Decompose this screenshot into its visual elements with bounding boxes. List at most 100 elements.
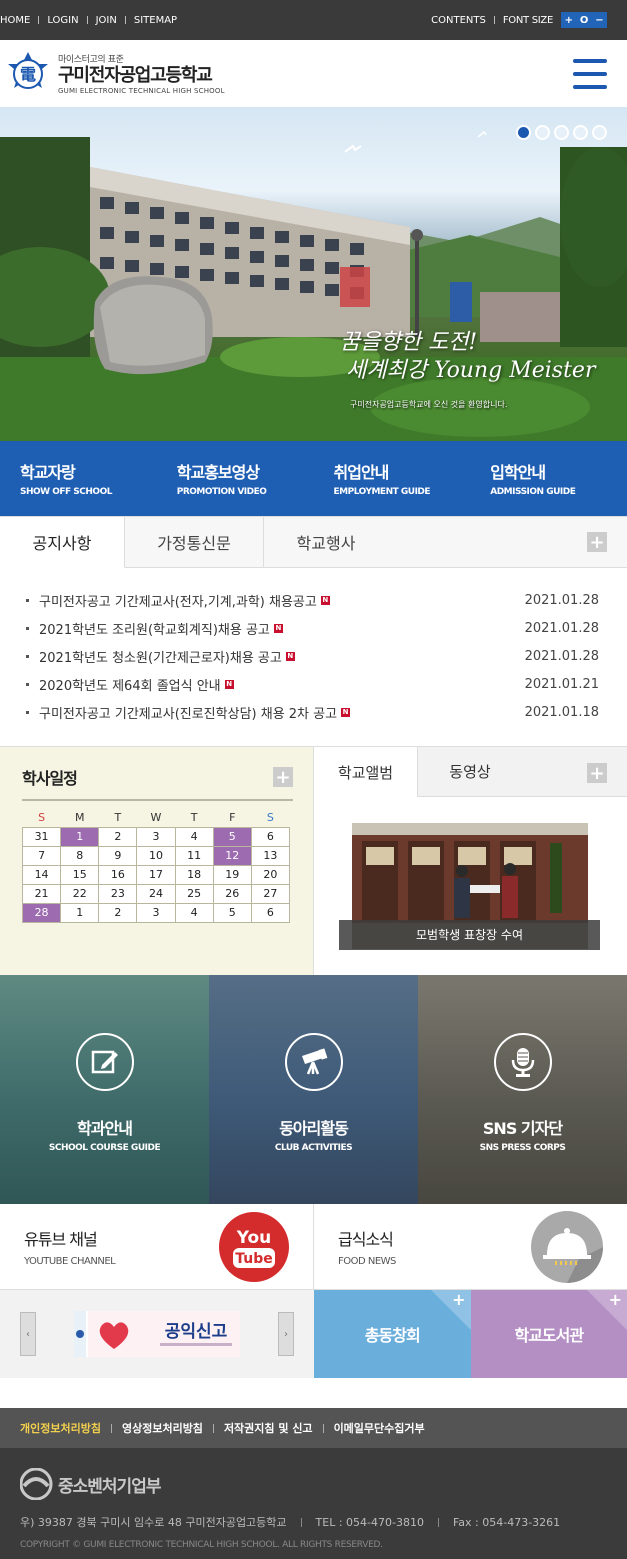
quick-show-off-school[interactable]: 학교자랑 SHOW OFF SCHOOL	[0, 441, 157, 516]
tab-school-events[interactable]: 학교행사	[264, 517, 388, 567]
banner-prev-button[interactable]: ‹	[20, 1312, 36, 1356]
public-report-banner[interactable]: 공익신고	[74, 1311, 240, 1357]
contents-link[interactable]: CONTENTS	[431, 15, 486, 26]
quick-promotion-video[interactable]: 학교홍보영상 PROMOTION VIDEO	[157, 441, 314, 516]
privacy-policy-link[interactable]: 개인정보처리방침	[20, 1420, 101, 1436]
bullet	[26, 711, 29, 714]
list-item[interactable]: 2021학년도 청소원(기간제근로자)채용 공고N2021.01.28	[26, 642, 599, 670]
menu-icon[interactable]	[573, 59, 607, 89]
calendar-day[interactable]: 7	[23, 846, 61, 865]
list-item[interactable]: 2021학년도 조리원(학교회계직)채용 공고N2021.01.28	[26, 614, 599, 642]
tile-title: 학과안내	[77, 1115, 132, 1139]
calendar-day[interactable]: 21	[23, 884, 61, 903]
calendar-day[interactable]: 18	[175, 865, 213, 884]
join-link[interactable]: JOIN	[96, 15, 117, 26]
calendar-day[interactable]: 22	[61, 884, 99, 903]
font-size-control: FONT SIZE + O −	[503, 12, 607, 28]
calendar-day[interactable]: 9	[99, 846, 137, 865]
calendar-day[interactable]: 2	[99, 827, 137, 846]
top-utility-bar: HOME LOGIN JOIN SITEMAP CONTENTS FONT SI…	[0, 0, 627, 40]
banner-text: 공익신고	[165, 1322, 228, 1342]
notice-title[interactable]: 구미전자공고 기간제교사(진로진학상담) 채용 2차 공고	[39, 703, 337, 722]
album-tabs: 학교앨범 동영상 +	[314, 747, 627, 797]
calendar-more-button[interactable]: +	[273, 767, 293, 787]
album-more-button[interactable]: +	[587, 763, 607, 783]
tile-sns-press[interactable]: SNS 기자단 SNS PRESS CORPS	[418, 975, 627, 1204]
calendar-day[interactable]: 4	[175, 827, 213, 846]
album-item[interactable]: 모범학생 표창장 수여	[314, 823, 627, 949]
calendar-day[interactable]: 23	[99, 884, 137, 903]
calendar-day[interactable]: 6	[251, 903, 289, 922]
calendar-day[interactable]: 6	[251, 827, 289, 846]
notice-title[interactable]: 구미전자공고 기간제교사(전자,기계,과학) 채용공고	[39, 591, 317, 610]
calendar-day[interactable]: 1	[61, 903, 99, 922]
calendar-day[interactable]: 20	[251, 865, 289, 884]
calendar-day[interactable]: 12	[213, 846, 251, 865]
quick-label: 취업안내	[334, 459, 471, 483]
slide-dot[interactable]	[592, 125, 607, 140]
list-item[interactable]: 구미전자공고 기간제교사(진로진학상담) 채용 2차 공고N2021.01.18	[26, 698, 599, 726]
calendar-day[interactable]: 25	[175, 884, 213, 903]
calendar-day[interactable]: 3	[137, 903, 175, 922]
notice-title[interactable]: 2021학년도 청소원(기간제근로자)채용 공고	[39, 647, 282, 666]
email-refusal-link[interactable]: 이메일무단수집거부	[334, 1420, 425, 1436]
tile-club-activities[interactable]: 동아리활동 CLUB ACTIVITIES	[209, 975, 418, 1204]
font-increase-button[interactable]: +	[565, 15, 573, 26]
calendar-day[interactable]: 24	[137, 884, 175, 903]
calendar-day[interactable]: 4	[175, 903, 213, 922]
list-item[interactable]: 2020학년도 제64회 졸업식 안내N2021.01.21	[26, 670, 599, 698]
utility-links: HOME LOGIN JOIN SITEMAP	[0, 15, 177, 26]
calendar-week: 31123456	[23, 827, 290, 846]
copyright-policy-link[interactable]: 저작권지침 및 신고	[224, 1420, 313, 1436]
youtube-channel-link[interactable]: 유튜브 채널 YOUTUBE CHANNEL You Tube	[0, 1204, 313, 1289]
quick-admission-guide[interactable]: 입학안내 ADMISSION GUIDE	[470, 441, 627, 516]
schedule-album-row: 학사일정 + S M T W T F S 3112345678910111213…	[0, 746, 627, 975]
school-library-tile[interactable]: + 학교도서관	[471, 1290, 627, 1378]
home-link[interactable]: HOME	[0, 15, 30, 26]
tab-school-album[interactable]: 학교앨범	[314, 747, 418, 797]
banner-next-button[interactable]: ›	[278, 1312, 294, 1356]
hero-slogan: 꿈을향한 도전! 세계최강 Young Meister	[340, 329, 595, 385]
calendar-day[interactable]: 1	[61, 827, 99, 846]
tile-subtitle: CLUB ACTIVITIES	[275, 1143, 352, 1153]
food-news-link[interactable]: 급식소식 FOOD NEWS	[313, 1204, 627, 1289]
calendar-day[interactable]: 2	[99, 903, 137, 922]
calendar-day[interactable]: 3	[137, 827, 175, 846]
slide-dot[interactable]	[573, 125, 588, 140]
calendar-day[interactable]: 5	[213, 903, 251, 922]
notice-date: 2021.01.28	[525, 649, 599, 664]
alumni-association-tile[interactable]: + 총동창회	[314, 1290, 471, 1378]
notice-more-button[interactable]: +	[587, 532, 607, 552]
calendar-day[interactable]: 19	[213, 865, 251, 884]
tab-videos[interactable]: 동영상	[418, 747, 522, 796]
calendar-day[interactable]: 10	[137, 846, 175, 865]
slide-dot[interactable]	[516, 125, 531, 140]
calendar-day[interactable]: 27	[251, 884, 289, 903]
font-decrease-button[interactable]: −	[595, 15, 603, 26]
calendar-day[interactable]: 14	[23, 865, 61, 884]
sitemap-link[interactable]: SITEMAP	[134, 15, 177, 26]
calendar-day[interactable]: 31	[23, 827, 61, 846]
calendar-day[interactable]: 8	[61, 846, 99, 865]
notice-title[interactable]: 2020학년도 제64회 졸업식 안내	[39, 675, 221, 694]
calendar-day[interactable]: 16	[99, 865, 137, 884]
calendar-day[interactable]: 5	[213, 827, 251, 846]
tab-newsletter[interactable]: 가정통신문	[125, 517, 264, 567]
tile-course-guide[interactable]: 학과안내 SCHOOL COURSE GUIDE	[0, 975, 209, 1204]
list-item[interactable]: 구미전자공고 기간제교사(전자,기계,과학) 채용공고N2021.01.28	[26, 586, 599, 614]
quick-employment-guide[interactable]: 취업안내 EMPLOYMENT GUIDE	[314, 441, 471, 516]
calendar-day[interactable]: 26	[213, 884, 251, 903]
calendar-day[interactable]: 13	[251, 846, 289, 865]
notice-title[interactable]: 2021학년도 조리원(학교회계직)채용 공고	[39, 619, 270, 638]
cctv-policy-link[interactable]: 영상정보처리방침	[122, 1420, 203, 1436]
login-link[interactable]: LOGIN	[47, 15, 78, 26]
calendar-day[interactable]: 17	[137, 865, 175, 884]
calendar-day[interactable]: 28	[23, 903, 61, 922]
calendar-day[interactable]: 11	[175, 846, 213, 865]
font-reset-button[interactable]: O	[580, 15, 588, 26]
slide-dot[interactable]	[535, 125, 550, 140]
calendar-day[interactable]: 15	[61, 865, 99, 884]
tab-notice[interactable]: 공지사항	[0, 517, 125, 568]
slide-dot[interactable]	[554, 125, 569, 140]
school-logo[interactable]: 電 마이스터고의 표준 구미전자공업고등학교 GUMI ELECTRONIC T…	[4, 50, 225, 98]
